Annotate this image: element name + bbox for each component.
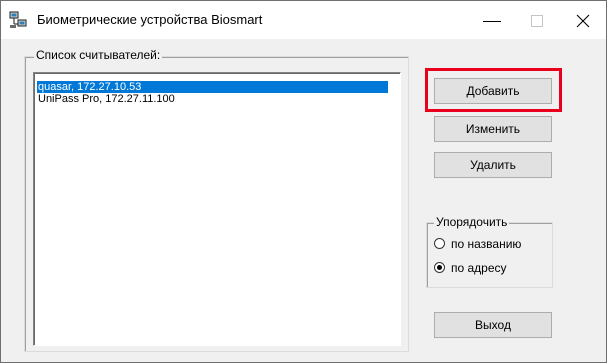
list-item-selected[interactable]: quasar, 172.27.10.53 (37, 81, 388, 93)
network-computers-icon (9, 11, 27, 29)
list-item[interactable]: UniPass Pro, 172.27.11.100 (37, 93, 176, 105)
add-button[interactable]: Добавить (434, 78, 552, 104)
minimize-button[interactable] (469, 1, 515, 39)
maximize-button[interactable] (514, 1, 560, 39)
exit-button[interactable]: Выход (434, 312, 552, 338)
sort-by-name-label: по названию (451, 237, 522, 251)
edit-button[interactable]: Изменить (434, 116, 552, 142)
radio-dot (437, 265, 442, 270)
minimize-icon (483, 21, 501, 22)
delete-button[interactable]: Удалить (434, 152, 552, 178)
maximize-icon (531, 15, 543, 27)
biosmart-devices-window: Биометрические устройства Biosmart Списо… (0, 0, 607, 363)
readers-group-label: Список считывателей: (34, 48, 163, 62)
sort-group-label: Упорядочить (434, 215, 510, 229)
window-title: Биометрические устройства Biosmart (37, 12, 263, 27)
readers-listbox[interactable]: quasar, 172.27.10.53 UniPass Pro, 172.27… (33, 72, 401, 346)
sort-groupbox (426, 222, 553, 288)
close-icon (576, 14, 590, 28)
radio-unchecked-icon[interactable] (434, 238, 445, 249)
sort-by-address-label: по адресу (451, 261, 507, 275)
close-button[interactable] (560, 1, 606, 39)
title-bar[interactable]: Биометрические устройства Biosmart (1, 1, 606, 39)
radio-checked-icon[interactable] (434, 262, 445, 273)
